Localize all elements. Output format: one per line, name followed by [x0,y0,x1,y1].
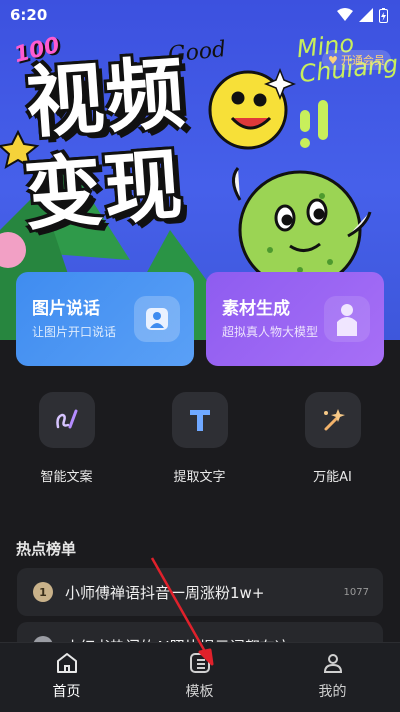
tools-row: 智能文案 提取文字 万能AI [0,392,400,485]
home-icon [56,653,77,673]
tool-smart-copy[interactable]: 智能文案 [0,392,133,485]
nav-label: 模板 [185,684,214,700]
tool-label: 智能文案 [40,470,93,485]
status-time: 6:20 [10,6,48,24]
status-bar: 6:20 [0,0,400,30]
feature-card-photo-talk[interactable]: 图片说话 让图片开口说话 [16,272,194,366]
nav-label: 我的 [318,684,347,700]
nav-label: 首页 [52,684,81,700]
profile-icon [323,654,342,673]
hero-title-line-1: 视频 [23,48,189,150]
status-icons [337,7,388,23]
hot-list-item[interactable]: 1 小师傅禅语抖音一周涨粉1w+ 1077 [17,568,383,616]
battery-icon [379,7,388,23]
portrait-icon [134,296,180,342]
hot-item-count: 1077 [343,586,369,598]
template-icon [189,653,210,673]
text-t-icon [171,392,228,448]
nav-template[interactable]: 模板 [133,643,266,712]
heart-icon: ♥ [328,53,338,67]
tool-label: 万能AI [313,470,352,485]
vip-label: 开通会员 [340,54,385,67]
rank-badge: 1 [33,582,53,602]
person-silhouette-icon [324,296,370,342]
hot-list-title: 热点榜单 [16,540,77,558]
signal-icon [359,8,373,22]
nav-profile[interactable]: 我的 [266,643,399,712]
tool-universal-ai[interactable]: 万能AI [266,392,399,485]
pen-writing-icon [38,392,95,448]
bottom-nav: 首页 模板 我的 [0,642,400,712]
tool-extract-text[interactable]: 提取文字 [133,392,266,485]
vip-badge[interactable]: ♥ 开通会员 [322,50,391,70]
hot-item-text: 小师傅禅语抖音一周涨粉1w+ [65,583,265,602]
nav-home[interactable]: 首页 [0,643,133,712]
wifi-icon [337,8,353,21]
hero-title-line-2: 变现 [21,140,187,242]
magic-wand-icon [304,392,361,448]
feature-card-material-gen[interactable]: 素材生成 超拟真人物大模型 [206,272,384,366]
tool-label: 提取文字 [173,470,226,485]
